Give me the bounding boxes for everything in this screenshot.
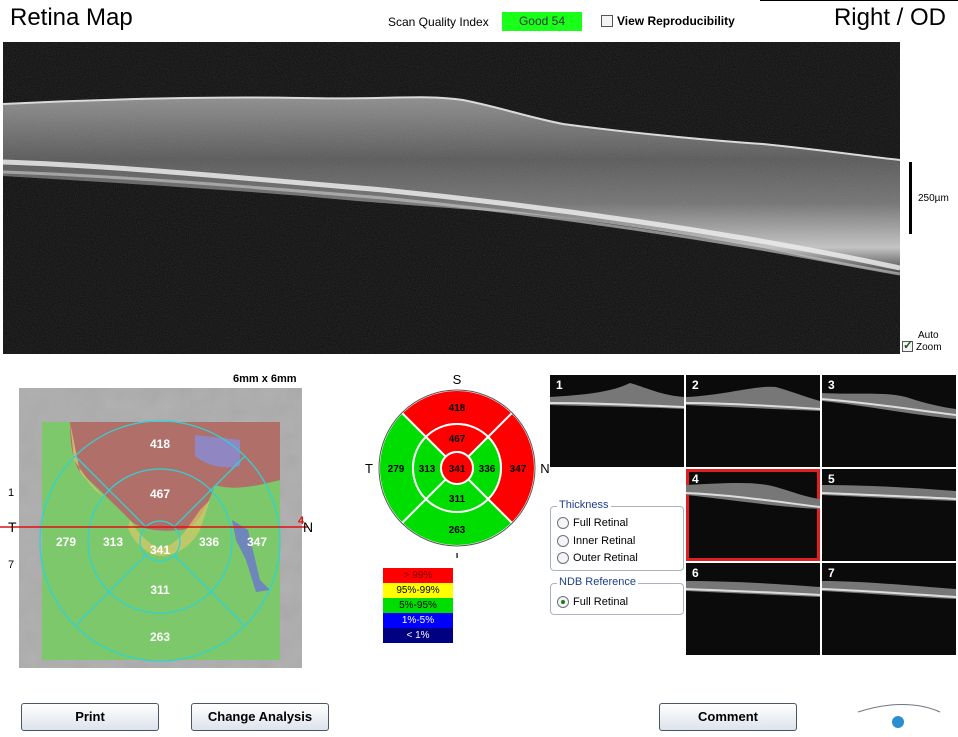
thumbnail-number: 6 [692,566,699,580]
orientation-left: T [365,461,373,476]
thumbnail-scan-graphic [686,581,820,597]
fundus-value-inferior-outer: 263 [150,630,170,644]
change-analysis-button[interactable]: Change Analysis [191,703,329,731]
print-button[interactable]: Print [21,703,159,731]
thumbnail-number: 5 [828,472,835,486]
ndb-group-title: NDB Reference [557,576,639,588]
checkbox-icon[interactable] [601,15,613,27]
header-divider [760,0,958,1]
thumbnail-3[interactable]: 3 [822,375,956,467]
thumbnail-number: 3 [828,378,835,392]
eye-indicator: Right / OD [833,4,946,31]
fundus-value-temporal-inner: 313 [103,535,123,549]
legend-item: 1%-5% [383,613,453,628]
thumbnail-6[interactable]: 6 [686,563,820,655]
legend-item: 5%-95% [383,598,453,613]
value-inner-temporal: 313 [419,464,436,475]
scan-quality-badge: Good 54 [502,12,582,31]
value-inner-nasal: 336 [479,464,496,475]
bscan-graphic [3,42,900,354]
radio-outer-retinal[interactable]: Outer Retinal [557,552,638,564]
thumbnail-5[interactable]: 5 [822,469,956,561]
fundus-value-center: 341 [150,543,170,557]
scale-label: 250µm [918,193,949,204]
fundus-value-superior-inner: 467 [150,487,170,501]
radio-label: Full Retinal [573,517,629,529]
radio-icon[interactable] [557,552,569,564]
fundus-value-superior-outer: 418 [150,437,170,451]
normative-legend: > 99% 95%-99% 5%-95% 1%-5% < 1% [383,568,453,643]
legend-item: 95%-99% [383,583,453,598]
thumbnail-scan-graphic [822,581,956,599]
radio-label: Full Retinal [573,596,629,608]
optovue-logo [857,704,941,728]
thumbnail-2[interactable]: 2 [686,375,820,467]
comment-button[interactable]: Comment [659,703,797,731]
side-tick-1: 1 [8,487,14,499]
oct-bscan-image[interactable] [3,42,900,354]
radio-label: Outer Retinal [573,552,638,564]
thumbnail-number: 7 [828,566,835,580]
etdrs-thickness-chart: 418467347336263311279 313 341SIT N [365,372,550,558]
scale-bar [909,162,912,234]
fundus-value-temporal-outer: 279 [56,535,76,549]
legend-item: < 1% [383,628,453,643]
thumbnail-scan-graphic [822,393,956,419]
thumbnail-number: 2 [692,378,699,392]
ndb-reference-group: NDB Reference Full Retinal [550,576,684,615]
side-tick-7: 7 [8,559,14,571]
thumbnail-scan-graphic [686,386,820,411]
orientation-bottom: I [455,550,459,558]
radio-label: Inner Retinal [573,535,636,547]
fundus-value-nasal-inner: 336 [199,535,219,549]
thumbnail-7[interactable]: 7 [822,563,956,655]
value-inner-superior: 467 [449,434,466,445]
fundus-value-nasal-outer: 347 [247,535,267,549]
radio-icon[interactable] [557,517,569,529]
thumbnail-4-selected[interactable]: 4 [686,469,820,561]
radio-ndb-full-retinal[interactable]: Full Retinal [557,596,628,608]
value-center: 341 [449,464,466,475]
value-outer-superior: 418 [449,403,466,414]
value-outer-temporal: 279 [388,464,405,475]
view-reproducibility-checkbox[interactable]: View Reproducibility [601,14,735,28]
thumbnail-number: 1 [556,378,563,392]
checkbox-checked-icon[interactable] [902,339,913,352]
fundus-value-inferior-inner: 311 [150,583,170,597]
value-inner-inferior: 311 [449,494,466,505]
thumbnail-1[interactable]: 1 [550,375,684,467]
legend-item: > 99% [383,568,453,583]
radio-inner-retinal[interactable]: Inner Retinal [557,535,635,547]
thickness-group: Thickness Full Retinal Inner Retinal Out… [550,499,684,571]
fundus-thickness-overlay[interactable]: 4 T N 1 7 418 467 279 313 341 336 347 31… [0,380,320,680]
thumbnail-scan-graphic [686,483,820,509]
radio-icon[interactable] [557,535,569,547]
thumbnail-scan-graphic [822,485,956,501]
auto-zoom-label-line2: Zoom [916,342,942,353]
radio-selected-icon[interactable] [557,596,569,608]
view-reproducibility-label: View Reproducibility [617,14,735,28]
thumbnail-scan-graphic [550,383,684,409]
auto-zoom-label-line1: Auto [918,330,939,341]
thickness-group-title: Thickness [557,499,611,511]
radio-full-retinal[interactable]: Full Retinal [557,517,628,529]
orientation-nasal: N [303,519,313,535]
orientation-temporal: T [8,519,17,535]
thumbnail-number: 4 [692,472,699,486]
scan-quality-label: Scan Quality Index [388,15,489,29]
page-title: Retina Map [10,4,133,31]
value-outer-nasal: 347 [510,464,527,475]
value-outer-inferior: 263 [449,525,466,536]
orientation-top: S [453,372,462,387]
